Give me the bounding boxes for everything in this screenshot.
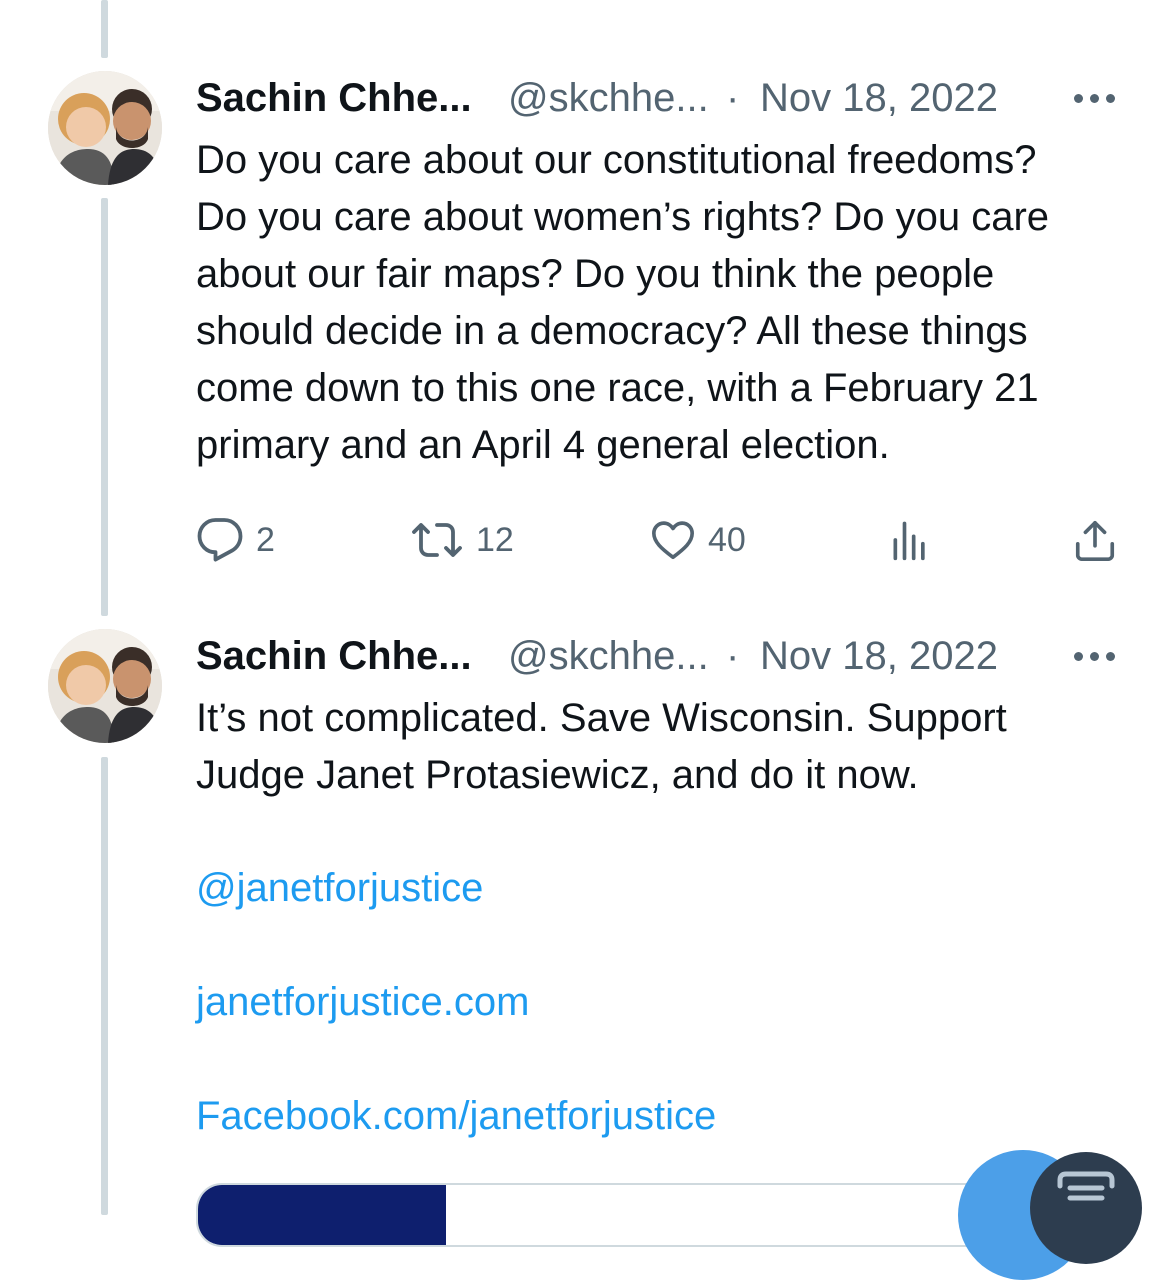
- reply-count: 2: [256, 520, 275, 559]
- views-button[interactable]: [888, 510, 932, 570]
- tweet-date[interactable]: Nov 18, 2022: [760, 76, 998, 121]
- tweet-text-line: should decide in a democracy? All these …: [196, 309, 1028, 353]
- website-link[interactable]: janetforjustice.com: [196, 980, 529, 1025]
- like-count: 40: [708, 520, 746, 559]
- reply-icon: [197, 518, 243, 562]
- tweet-text: Do you care about our constitutional fre…: [196, 132, 1136, 474]
- retweet-count: 12: [476, 520, 514, 559]
- tweet-text-line: Judge Janet Protasiewicz, and do it now.: [196, 753, 919, 797]
- like-button[interactable]: 40: [650, 510, 746, 570]
- compose-icon: [1057, 1171, 1115, 1201]
- thread-line-bottom: [101, 757, 108, 1215]
- analytics-icon: [893, 521, 925, 561]
- separator: ·: [726, 76, 740, 120]
- avatar[interactable]: [48, 629, 162, 743]
- author-handle[interactable]: @skchhe...: [508, 634, 709, 679]
- tweet-text: It’s not complicated. Save Wisconsin. Su…: [196, 690, 1136, 804]
- more-icon[interactable]: [1072, 84, 1122, 114]
- link-preview-image: [198, 1185, 446, 1245]
- tweet-text-line: Do you care about women’s rights? Do you…: [196, 195, 1050, 239]
- tweet-text-line: It’s not complicated. Save Wisconsin. Su…: [196, 696, 1007, 740]
- author-name[interactable]: Sachin Chhe...: [196, 634, 472, 679]
- more-icon[interactable]: [1072, 642, 1122, 672]
- retweet-button[interactable]: 12: [410, 510, 514, 570]
- share-button[interactable]: [1072, 510, 1118, 570]
- tweet-date[interactable]: Nov 18, 2022: [760, 634, 998, 679]
- retweet-icon: [412, 523, 462, 557]
- tweet-header: Sachin Chhe... @skchhe... · Nov 18, 2022: [196, 76, 1116, 126]
- tweet-text-line: Do you care about our constitutional fre…: [196, 138, 1037, 182]
- tweet-text-line: come down to this one race, with a Febru…: [196, 366, 1039, 410]
- author-name[interactable]: Sachin Chhe...: [196, 76, 472, 121]
- tweet-header: Sachin Chhe... @skchhe... · Nov 18, 2022: [196, 634, 1116, 684]
- tweet-text-line: primary and an April 4 general election.: [196, 423, 890, 467]
- tweet-actions: 2 12 40: [196, 510, 1126, 570]
- heart-icon: [652, 521, 694, 560]
- author-handle[interactable]: @skchhe...: [508, 76, 709, 121]
- avatar-photo: [48, 629, 162, 743]
- tweet-text-line: about our fair maps? Do you think the pe…: [196, 252, 995, 296]
- separator: ·: [726, 634, 740, 678]
- compose-menu-button[interactable]: [1030, 1152, 1142, 1264]
- link-preview-card[interactable]: [196, 1183, 1020, 1247]
- share-icon: [1075, 520, 1115, 561]
- avatar-photo: [48, 71, 162, 185]
- facebook-link[interactable]: Facebook.com/janetforjustice: [196, 1094, 716, 1139]
- mention-link[interactable]: @janetforjustice: [196, 866, 483, 911]
- thread-line-middle: [101, 198, 108, 616]
- thread-line-top: [101, 0, 108, 58]
- avatar[interactable]: [48, 71, 162, 185]
- reply-button[interactable]: 2: [196, 510, 275, 570]
